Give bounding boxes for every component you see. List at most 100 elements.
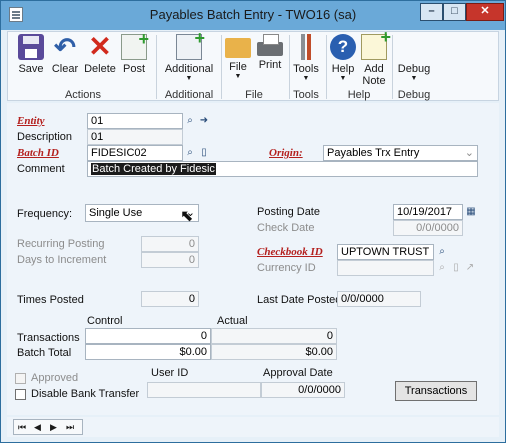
disable-bank-transfer-label: Disable Bank Transfer xyxy=(31,388,140,400)
transactions-button[interactable]: Transactions xyxy=(395,381,477,401)
file-button[interactable]: File ▼ xyxy=(222,34,254,86)
transactions-control-field[interactable]: 0 xyxy=(85,328,211,344)
lookup-icon[interactable]: ⌕ xyxy=(435,245,449,259)
delete-label: Delete xyxy=(84,63,116,75)
batch-total-actual-field: $0.00 xyxy=(211,344,337,360)
description-field: 01 xyxy=(87,129,183,145)
additional-icon xyxy=(176,28,205,60)
delete-x-icon: ✕ xyxy=(88,31,112,62)
currency-id-field xyxy=(337,260,434,276)
batch-total-label: Batch Total xyxy=(17,347,72,359)
transactions-actual-field: 0 xyxy=(211,328,337,344)
checkbook-id-field[interactable]: UPTOWN TRUST xyxy=(337,244,434,260)
ribbon-toolbar: Save ↶ Clear ✕ Delete Post Actions Addit… xyxy=(7,27,499,101)
help-label: Help xyxy=(331,63,355,75)
posting-date-label: Posting Date xyxy=(257,206,320,218)
file-label: File xyxy=(229,61,247,73)
comment-field[interactable]: Batch Created by Fidesic xyxy=(87,161,478,177)
first-record-icon[interactable]: ⏮ xyxy=(18,422,26,433)
debug-icon xyxy=(401,34,427,60)
calendar-icon[interactable]: ▦ xyxy=(464,205,478,219)
last-date-posted-field: 0/0/0000 xyxy=(337,291,421,307)
help-button[interactable]: ? Help ▼ xyxy=(328,34,358,86)
minimize-button[interactable]: – xyxy=(420,3,443,21)
expand-icon: ↗ xyxy=(465,262,475,273)
batch-id-field[interactable]: FIDESIC02 xyxy=(87,145,183,161)
lookup-icon: ⌕ xyxy=(439,262,445,273)
transactions-label: Transactions xyxy=(17,332,80,344)
debug-label: Debug xyxy=(397,63,431,75)
user-id-field xyxy=(147,382,261,398)
add-note-label-line1: Add xyxy=(364,63,384,75)
title-bar: Payables Batch Entry - TWO16 (sa) – □ ✕ xyxy=(1,1,505,30)
additional-button[interactable]: Additional ▼ xyxy=(158,28,220,86)
group-label-additional: Additional xyxy=(164,89,214,101)
record-navigation-box: ⏮ ◀ ▶ ⏭ xyxy=(13,419,83,435)
control-header: Control xyxy=(87,315,123,327)
disable-bank-transfer-checkbox[interactable] xyxy=(15,389,26,400)
posting-date-field[interactable]: 10/19/2017 xyxy=(393,204,463,220)
group-label-file: File xyxy=(245,89,263,101)
lookup-icon[interactable]: ⌕ xyxy=(183,146,197,160)
recurring-posting-label: Recurring Posting xyxy=(17,238,105,250)
chevron-down-icon: ▼ xyxy=(302,75,310,82)
entity-field[interactable]: 01 xyxy=(87,113,183,129)
batch-total-control-field[interactable]: $0.00 xyxy=(85,344,211,360)
days-to-increment-field: 0 xyxy=(141,252,199,268)
maximize-button[interactable]: □ xyxy=(443,3,466,21)
group-separator xyxy=(326,35,327,99)
origin-dropdown[interactable]: Payables Trx Entry ⌄ xyxy=(323,145,478,161)
note-icon[interactable]: ▯ xyxy=(197,146,211,160)
tools-button[interactable]: Tools ▼ xyxy=(291,34,321,86)
batch-id-label: Batch ID xyxy=(17,147,59,159)
currency-id-label: Currency ID xyxy=(257,262,316,274)
last-date-posted-label: Last Date Posted xyxy=(257,294,342,306)
clear-button[interactable]: ↶ Clear xyxy=(48,34,82,86)
print-button[interactable]: Print xyxy=(254,34,286,86)
check-date-label: Check Date xyxy=(257,222,315,234)
next-record-icon[interactable]: ▶ xyxy=(50,422,57,433)
mouse-cursor-icon: ⬉ xyxy=(180,208,194,225)
debug-button[interactable]: Debug ▼ xyxy=(396,34,432,86)
printer-icon xyxy=(257,34,283,56)
add-note-button[interactable]: Add Note xyxy=(358,27,391,87)
last-record-icon[interactable]: ⏭ xyxy=(66,422,74,433)
check-date-field: 0/0/0000 xyxy=(393,220,463,236)
approval-date-label: Approval Date xyxy=(263,367,333,379)
note-icon: ▯ xyxy=(453,262,459,273)
previous-record-icon[interactable]: ◀ xyxy=(34,422,41,433)
close-button[interactable]: ✕ xyxy=(466,3,504,21)
chevron-down-icon: ▼ xyxy=(339,75,347,82)
post-button[interactable]: Post xyxy=(118,29,150,86)
record-navigation-bar: ⏮ ◀ ▶ ⏭ xyxy=(7,417,499,437)
save-button[interactable]: Save xyxy=(12,34,50,86)
chevron-down-icon: ⌄ xyxy=(464,147,474,159)
print-label: Print xyxy=(258,59,282,71)
group-label-actions: Actions xyxy=(64,89,102,101)
days-to-increment-label: Days to Increment xyxy=(17,254,107,266)
comment-label: Comment xyxy=(17,163,65,175)
chevron-down-icon: ▼ xyxy=(234,73,242,80)
frequency-label: Frequency: xyxy=(17,208,73,220)
delete-button[interactable]: ✕ Delete xyxy=(82,31,118,86)
additional-label: Additional xyxy=(164,63,214,75)
help-icon: ? xyxy=(330,34,356,60)
times-posted-field: 0 xyxy=(141,291,199,307)
note-icon xyxy=(361,27,391,60)
approved-label: Approved xyxy=(31,372,79,384)
save-icon xyxy=(18,34,44,60)
arrow-right-icon[interactable]: ➜ xyxy=(197,114,211,128)
add-note-label-line2: Note xyxy=(362,75,386,87)
description-label: Description xyxy=(17,131,73,143)
lookup-icon[interactable]: ⌕ xyxy=(183,114,197,128)
recurring-posting-field: 0 xyxy=(141,236,199,252)
group-separator xyxy=(156,35,157,99)
group-label-tools: Tools xyxy=(293,89,319,101)
payables-batch-entry-window: Payables Batch Entry - TWO16 (sa) – □ ✕ … xyxy=(0,0,506,443)
group-separator xyxy=(289,35,290,99)
undo-icon: ↶ xyxy=(54,32,76,62)
form-content: Entity 01 ⌕ ➜ Description 01 Batch ID FI… xyxy=(7,103,499,415)
post-icon xyxy=(121,29,149,60)
group-label-debug: Debug xyxy=(397,89,431,101)
actual-header: Actual xyxy=(217,315,248,327)
